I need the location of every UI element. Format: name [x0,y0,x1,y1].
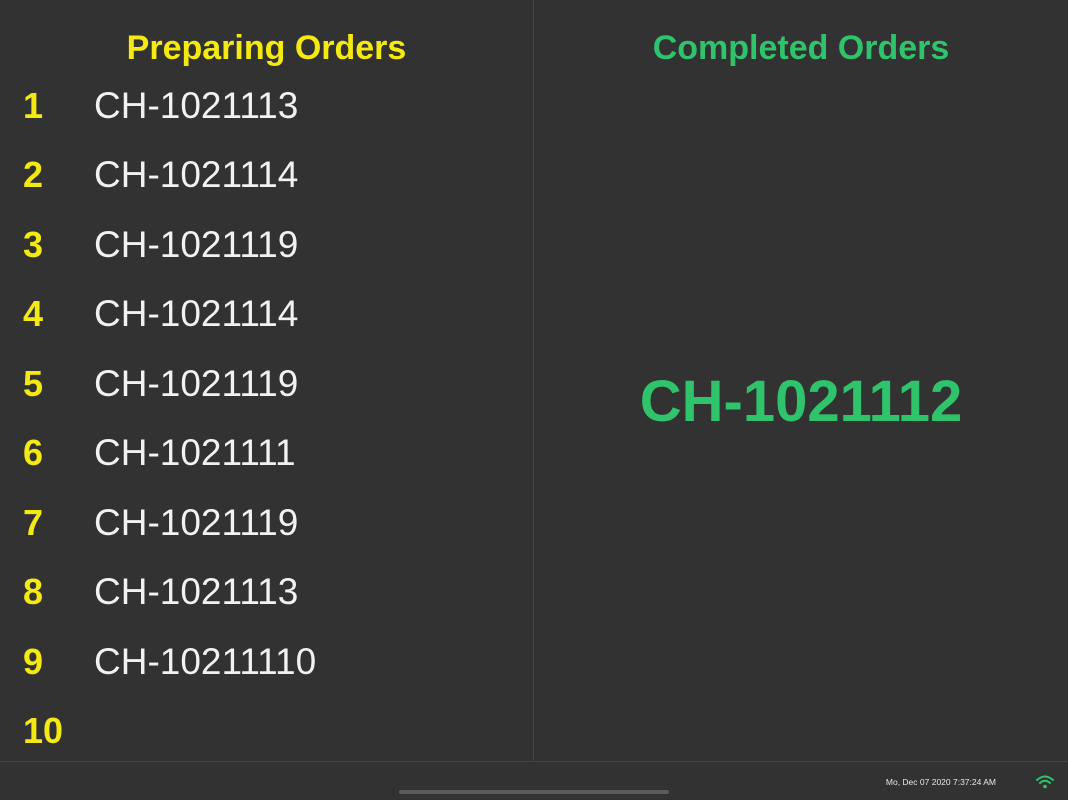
order-code: CH-1021113 [94,571,299,613]
status-divider [0,761,1068,762]
order-number: 10 [23,710,64,752]
order-display-screen: Preparing Orders 1 CH-1021113 2 CH-10211… [0,0,1068,800]
list-item: 8 CH-1021113 [0,558,533,628]
order-code: CH-1021113 [94,84,299,126]
home-indicator[interactable] [399,790,669,794]
list-item: 4 CH-1021114 [0,280,533,350]
list-item: 1 CH-1021113 [0,71,533,141]
order-code: CH-1021114 [94,293,299,335]
order-code: CH-10211110 [94,640,317,682]
order-code: CH-1021114 [94,154,299,196]
wifi-icon [1036,775,1054,789]
completed-order-code: CH-1021112 [639,369,963,434]
list-item: 10 [0,697,533,767]
preparing-orders-panel: Preparing Orders 1 CH-1021113 2 CH-10211… [0,0,533,761]
order-number: 7 [23,501,44,543]
order-number: 8 [23,571,44,613]
order-number: 5 [23,362,44,404]
list-item: 6 CH-1021111 [0,419,533,489]
list-item: 2 CH-1021114 [0,141,533,211]
order-number: 2 [23,154,44,196]
order-number: 4 [23,293,44,335]
order-number: 1 [23,84,44,126]
list-item: 9 CH-10211110 [0,627,533,697]
completed-orders-title: Completed Orders [652,29,950,67]
list-item: 5 CH-1021119 [0,349,533,419]
order-number: 6 [23,432,44,474]
preparing-orders-list: 1 CH-1021113 2 CH-1021114 3 CH-1021119 4… [0,71,533,766]
order-number: 9 [23,640,44,682]
preparing-orders-title: Preparing Orders [126,29,407,67]
order-number: 3 [23,223,44,265]
status-datetime: Mo, Dec 07 2020 7:37:24 AM [885,777,996,787]
completed-orders-panel: Completed Orders CH-1021112 [534,0,1068,761]
order-code: CH-1021111 [94,432,296,474]
order-code: CH-1021119 [94,362,299,404]
order-code: CH-1021119 [94,501,299,543]
order-code: CH-1021119 [94,223,299,265]
list-item: 7 CH-1021119 [0,488,533,558]
list-item: 3 CH-1021119 [0,210,533,280]
